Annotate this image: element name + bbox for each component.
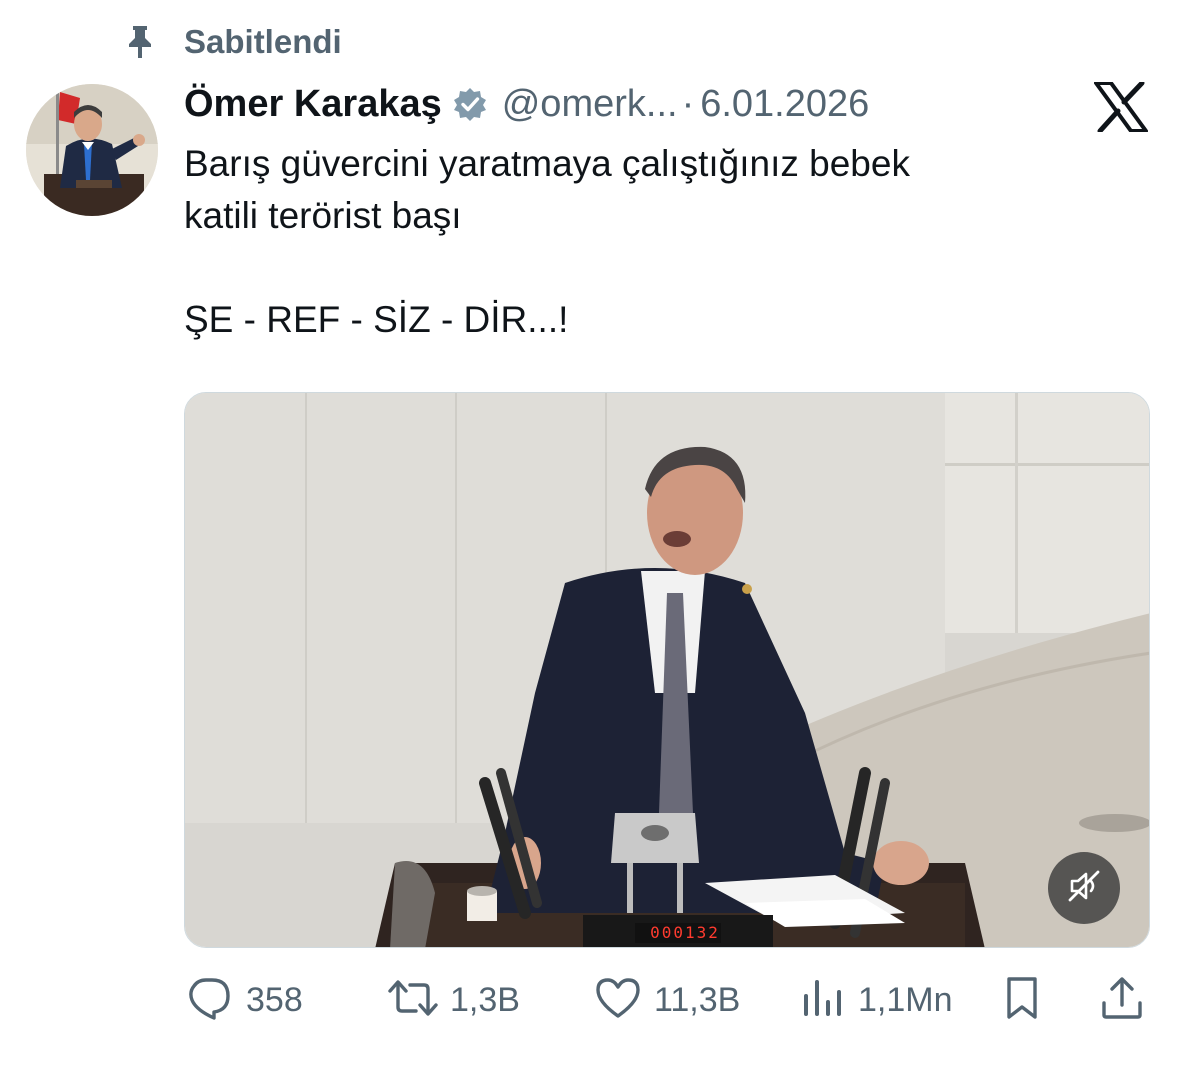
retweet-button[interactable]: 1,3B [386, 972, 520, 1028]
x-logo-icon [1094, 80, 1148, 134]
share-button[interactable] [1100, 972, 1144, 1028]
reply-icon [186, 976, 232, 1025]
reply-button[interactable]: 358 [186, 972, 303, 1028]
heart-icon [594, 976, 642, 1025]
views-button[interactable]: 1,1Mn [800, 972, 953, 1028]
bookmark-button[interactable] [1002, 972, 1042, 1028]
avatar[interactable] [26, 84, 158, 216]
bookmark-icon [1002, 975, 1042, 1026]
reply-count: 358 [246, 980, 303, 1019]
share-icon [1100, 975, 1144, 1026]
tweet-date[interactable]: 6.01.2026 [700, 83, 869, 126]
tweet-text-line: katili terörist başı [184, 195, 462, 236]
mute-button[interactable] [1048, 852, 1120, 924]
pinned-label: Sabitlendi [184, 23, 342, 60]
author-handle[interactable]: @omerk... [502, 83, 678, 126]
views-icon [800, 976, 844, 1025]
author-name[interactable]: Ömer Karakaş [184, 83, 442, 126]
tweet-text-line [184, 242, 1134, 294]
muted-speaker-icon [1067, 869, 1101, 908]
views-count: 1,1Mn [858, 980, 953, 1019]
pin-icon [120, 22, 160, 62]
tweet-action-bar: 358 1,3B 11,3B 1,1Mn [186, 972, 1152, 1028]
tweet-header: Ömer Karakaş @omerk... · 6.01.2026 [184, 78, 869, 130]
verified-badge-icon[interactable] [452, 85, 490, 123]
video-timer-display: 000132 [650, 923, 720, 942]
tweet-video[interactable]: 000132 [184, 392, 1150, 948]
retweet-count: 1,3B [450, 980, 520, 1019]
tweet-text-line: ŞE - REF - SİZ - DİR...! [184, 299, 569, 340]
retweet-icon [386, 977, 440, 1024]
like-button[interactable]: 11,3B [594, 972, 740, 1028]
like-count: 11,3B [654, 980, 741, 1019]
tweet-text: Barış güvercini yaratmaya çalıştığınız b… [184, 138, 1134, 346]
pinned-indicator: Sabitlendi [120, 22, 342, 62]
separator-dot: · [681, 82, 695, 125]
tweet-text-line: Barış güvercini yaratmaya çalıştığınız b… [184, 143, 910, 184]
